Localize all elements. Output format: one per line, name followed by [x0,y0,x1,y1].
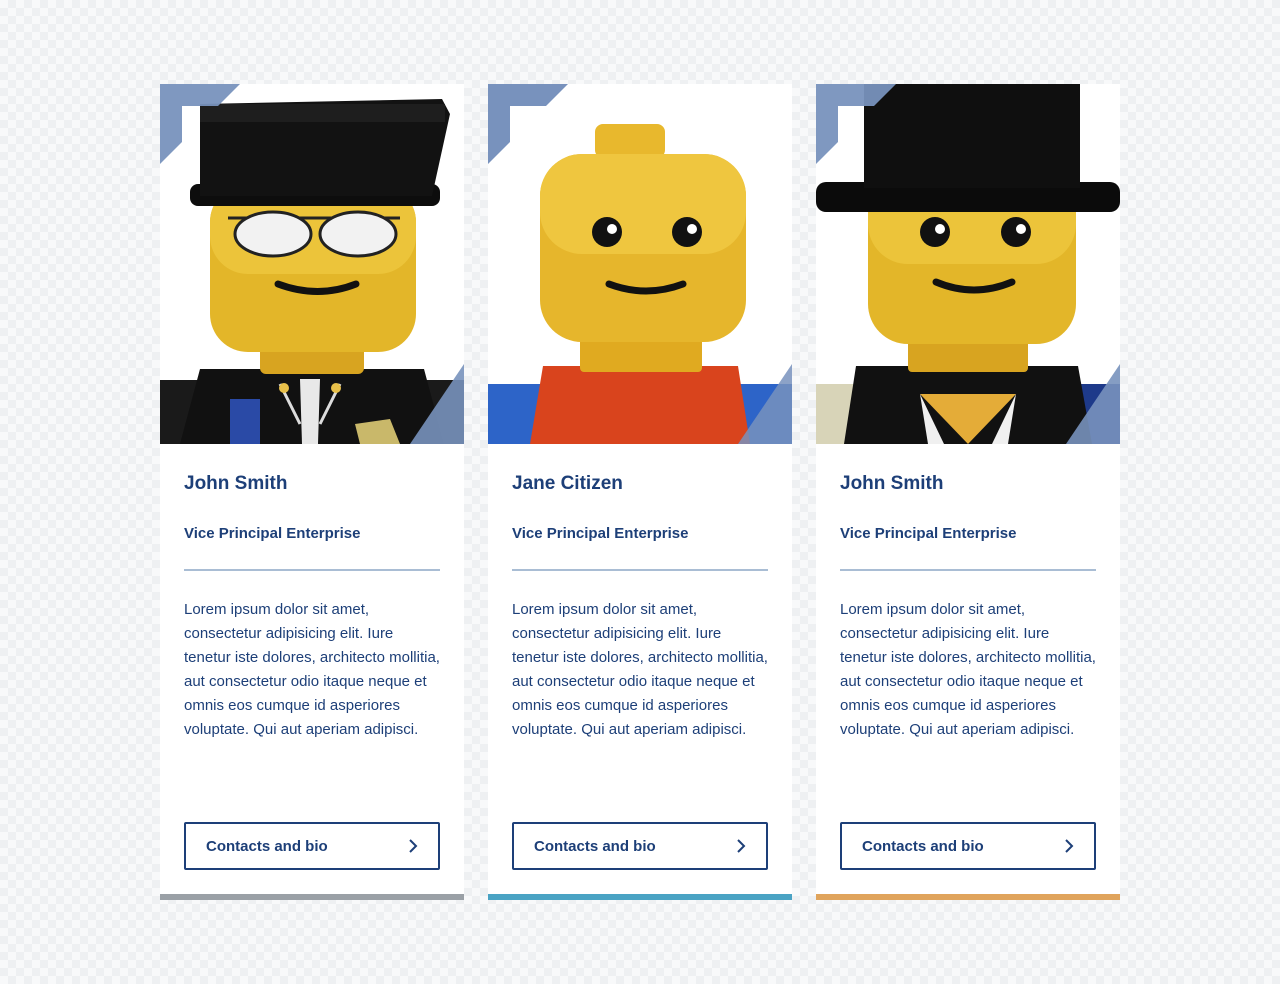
profile-card: John Smith Vice Principal Enterprise Lor… [816,84,1120,900]
contacts-and-bio-button[interactable]: Contacts and bio [840,822,1096,870]
chevron-right-icon [1064,839,1074,853]
profile-photo [488,84,792,444]
person-name: John Smith [840,473,944,494]
profile-card-grid: John Smith Vice Principal Enterprise Lor… [160,84,1120,900]
card-accent-bar [816,894,1120,900]
profile-photo [160,84,464,444]
person-bio: Lorem ipsum dolor sit amet, consectetur … [512,601,768,738]
contacts-and-bio-button[interactable]: Contacts and bio [512,822,768,870]
button-label: Contacts and bio [534,837,656,855]
person-role: Vice Principal Enterprise [184,525,361,542]
card-accent-bar [160,894,464,900]
person-bio: Lorem ipsum dolor sit amet, consectetur … [184,601,440,738]
chevron-right-icon [408,839,418,853]
person-role: Vice Principal Enterprise [512,525,689,542]
button-label: Contacts and bio [206,837,328,855]
divider [184,569,440,571]
contacts-and-bio-button[interactable]: Contacts and bio [184,822,440,870]
profile-photo [816,84,1120,444]
divider [840,569,1096,571]
card-accent-bar [488,894,792,900]
lego-minifig-image [488,84,792,444]
button-label: Contacts and bio [862,837,984,855]
profile-card: Jane Citizen Vice Principal Enterprise L… [488,84,792,900]
person-role: Vice Principal Enterprise [840,525,1017,542]
divider [512,569,768,571]
chevron-right-icon [736,839,746,853]
person-bio: Lorem ipsum dolor sit amet, consectetur … [840,601,1096,738]
profile-card: John Smith Vice Principal Enterprise Lor… [160,84,464,900]
lego-minifig-image [816,84,1120,444]
person-name: Jane Citizen [512,473,623,494]
lego-minifig-image [160,84,464,444]
person-name: John Smith [184,473,288,494]
